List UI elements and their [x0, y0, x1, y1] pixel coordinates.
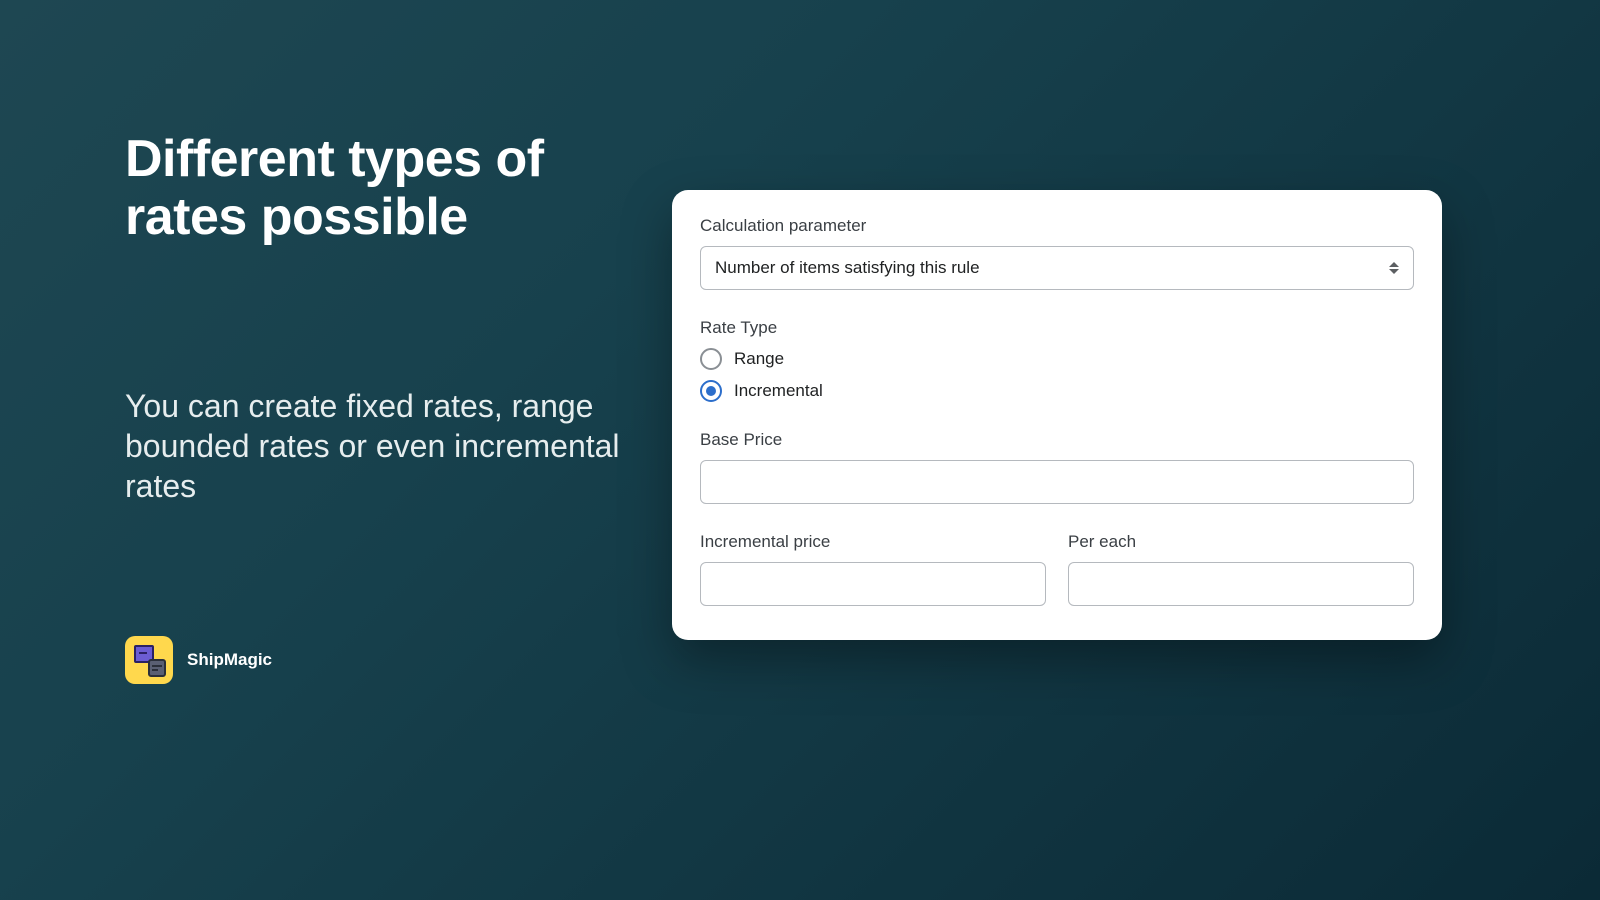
- rate-type-range-label: Range: [734, 349, 784, 369]
- incremental-price-label: Incremental price: [700, 532, 1046, 552]
- incremental-price-field: Incremental price: [700, 532, 1046, 606]
- base-price-input[interactable]: [700, 460, 1414, 504]
- incremental-price-input[interactable]: [700, 562, 1046, 606]
- brand-block: ShipMagic: [125, 636, 272, 684]
- base-price-field: Base Price: [700, 430, 1414, 504]
- brand-name: ShipMagic: [187, 650, 272, 670]
- calc-param-select[interactable]: Number of items satisfying this rule: [700, 246, 1414, 290]
- rate-form-card: Calculation parameter Number of items sa…: [672, 190, 1442, 640]
- radio-icon: [700, 348, 722, 370]
- per-each-label: Per each: [1068, 532, 1414, 552]
- select-caret-icon: [1387, 262, 1401, 274]
- hero-headline: Different types of rates possible: [125, 130, 665, 246]
- hero-subtext: You can create fixed rates, range bounde…: [125, 386, 665, 506]
- brand-logo-icon: [125, 636, 173, 684]
- calc-param-value: Number of items satisfying this rule: [715, 258, 980, 278]
- calc-param-label: Calculation parameter: [700, 216, 1414, 236]
- hero-left: Different types of rates possible You ca…: [125, 130, 665, 506]
- incremental-row: Incremental price Per each: [700, 532, 1414, 606]
- rate-type-option-range[interactable]: Range: [700, 348, 1414, 370]
- rate-type-incremental-label: Incremental: [734, 381, 823, 401]
- per-each-field: Per each: [1068, 532, 1414, 606]
- per-each-input[interactable]: [1068, 562, 1414, 606]
- calc-param-field: Calculation parameter Number of items sa…: [700, 216, 1414, 290]
- rate-type-field: Rate Type Range Incremental: [700, 318, 1414, 402]
- base-price-label: Base Price: [700, 430, 1414, 450]
- radio-icon: [700, 380, 722, 402]
- rate-type-option-incremental[interactable]: Incremental: [700, 380, 1414, 402]
- rate-type-label: Rate Type: [700, 318, 1414, 338]
